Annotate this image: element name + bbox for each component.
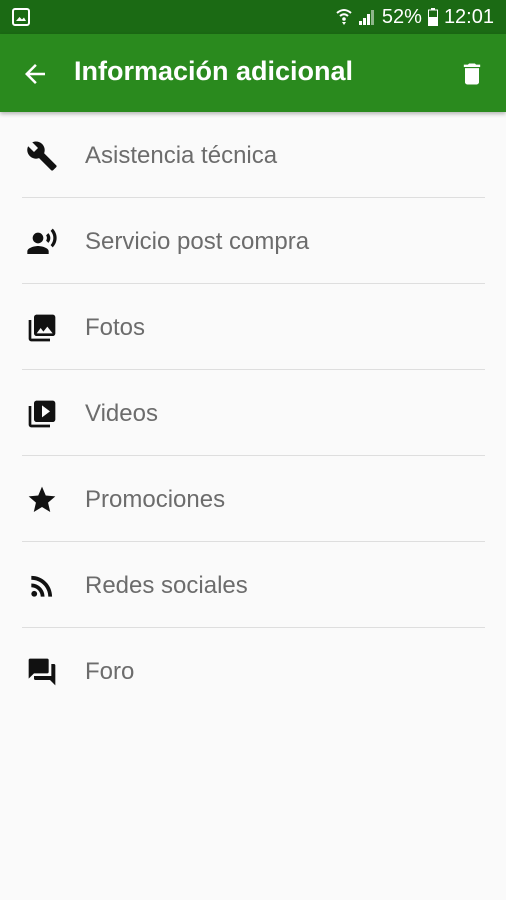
battery-icon <box>427 8 438 26</box>
menu-item-videos[interactable]: Videos <box>0 370 506 456</box>
signal-icon <box>358 10 374 25</box>
menu-item-label: Promociones <box>85 486 226 513</box>
menu-item-label: Foro <box>85 658 135 685</box>
battery-percentage: 52% <box>381 5 422 28</box>
video-library-icon <box>26 398 58 430</box>
menu-item-label: Videos <box>85 400 158 427</box>
status-indicators: 52% 12:01 <box>336 0 494 34</box>
menu-item-fotos[interactable]: Fotos <box>0 284 506 370</box>
trash-icon[interactable] <box>458 59 486 89</box>
gallery-notification-icon <box>12 8 30 26</box>
menu-item-servicio-post-compra[interactable]: Servicio post compra <box>0 198 506 284</box>
person-voice-icon <box>26 226 58 258</box>
menu-item-redes-sociales[interactable]: Redes sociales <box>0 542 506 628</box>
rss-icon <box>26 570 58 602</box>
menu-item-asistencia-tecnica[interactable]: Asistencia técnica <box>0 112 506 198</box>
wifi-icon <box>336 9 352 25</box>
menu-item-label: Asistencia técnica <box>85 142 278 169</box>
wrench-icon <box>26 140 58 172</box>
photo-library-icon <box>26 312 58 344</box>
arrow-back-icon[interactable] <box>20 59 50 89</box>
status-bar: 52% 12:01 <box>0 0 506 34</box>
menu-item-label: Redes sociales <box>85 572 248 599</box>
clock: 12:01 <box>443 5 494 28</box>
menu-item-foro[interactable]: Foro <box>0 628 506 714</box>
star-icon <box>26 484 58 516</box>
menu-item-label: Fotos <box>85 314 146 341</box>
page-title: Información adicional <box>74 56 354 86</box>
menu-list: Asistencia técnica Servicio post compra … <box>0 112 506 714</box>
app-bar: Información adicional <box>0 34 506 112</box>
menu-item-label: Servicio post compra <box>85 228 310 255</box>
menu-item-promociones[interactable]: Promociones <box>0 456 506 542</box>
forum-icon <box>26 656 58 688</box>
